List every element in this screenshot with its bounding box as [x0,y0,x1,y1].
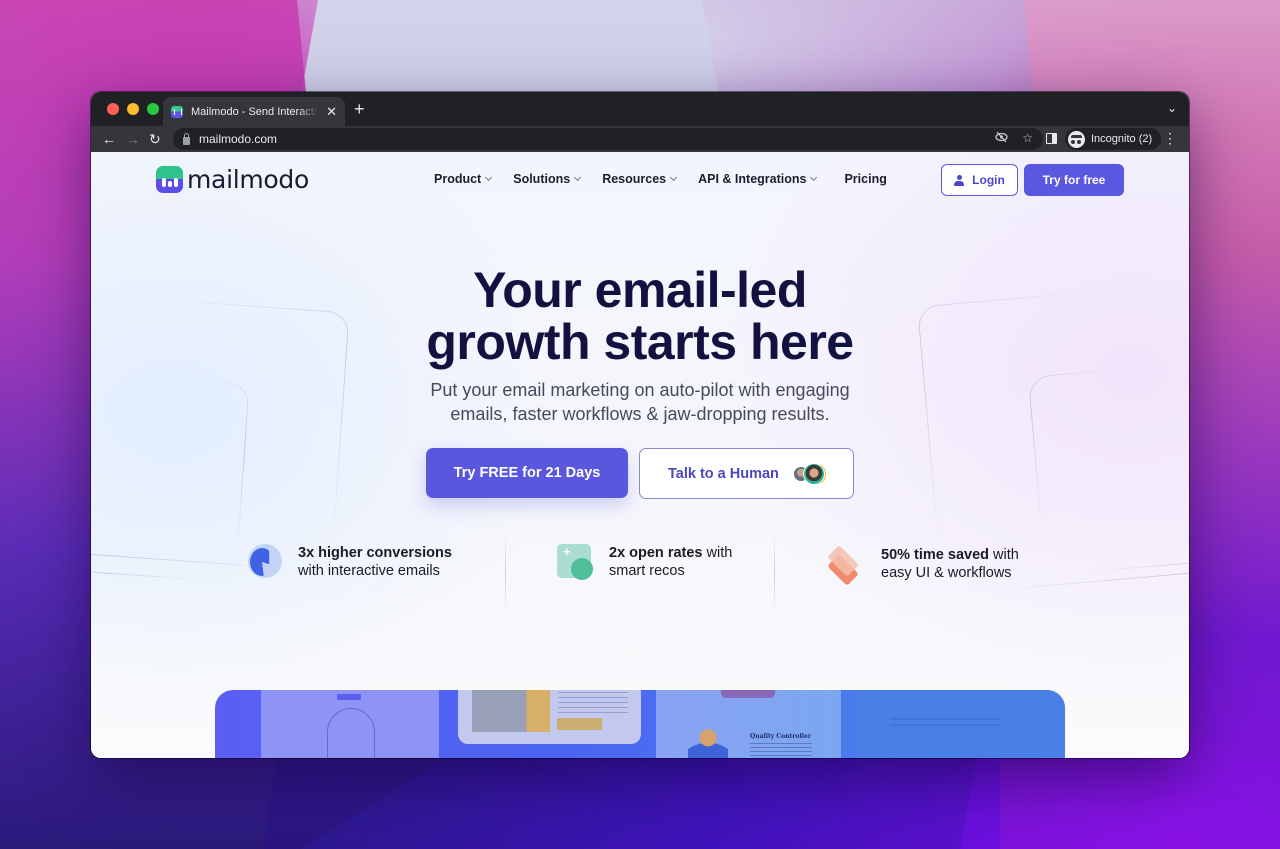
apply-button-preview [557,718,602,730]
nav-item-product[interactable]: Product [434,172,493,186]
browser-toolbar: ← → ↻ mailmodo.com ☆ Incognito (2) ⋮ [91,126,1189,152]
photo [688,724,728,758]
showcase-card[interactable] [856,690,1065,758]
nav-item-solutions[interactable]: Solutions [513,172,582,186]
minimize-window-button[interactable] [127,103,139,115]
pie-chart-icon [246,544,282,580]
hero-title: Your email-led growth starts here [91,264,1189,368]
site-header: mailmodo Product Solutions Resources API… [91,152,1189,212]
stat-text: 50% time saved with easy UI & workflows [881,546,1019,582]
chevron-down-icon [810,173,818,182]
incognito-icon [1068,130,1085,148]
showcase-card[interactable] [458,690,641,744]
talk-to-human-button[interactable]: Talk to a Human [639,448,854,499]
new-tab-icon[interactable]: + [354,99,365,119]
team-avatars [792,462,827,485]
stat-time-saved: 50% time saved with easy UI & workflows [821,544,1019,586]
incognito-profile-button[interactable]: Incognito (2) [1065,128,1162,150]
nav-label: API & Integrations [698,172,807,186]
chevron-down-icon [574,173,582,182]
hero-subtitle: Put your email marketing on auto-pilot w… [91,378,1189,426]
logo[interactable]: mailmodo [156,165,309,194]
stat-open-rates: 2x open rates with smart recos [557,544,732,580]
photo [472,690,550,732]
stats-row: 3x higher conversions with interactive e… [91,534,1189,614]
close-window-button[interactable] [107,103,119,115]
nav-label: Resources [602,172,667,186]
card-title: Quality Controller [750,733,811,740]
try-for-free-button[interactable]: Try for free [1024,164,1124,196]
url-text[interactable]: mailmodo.com [199,132,277,146]
browser-window: Mailmodo - Send Interactive Emails ✕ + ⌄… [91,92,1189,758]
login-label: Login [972,173,1005,187]
window-controls [107,103,159,115]
showcase-card[interactable]: Quality Controller [656,690,841,758]
side-panel-icon[interactable] [1046,133,1057,144]
avatar [802,462,825,485]
browser-tab[interactable]: Mailmodo - Send Interactive Emails ✕ [163,97,345,126]
hero-title-line: Your email-led [473,262,807,318]
stat-line2: smart recos [609,563,685,579]
chevron-down-icon [485,173,493,182]
mailmodo-logo-icon [156,166,183,193]
eye-off-icon[interactable] [995,131,1008,146]
talk-to-human-label: Talk to a Human [668,465,779,482]
stat-highlight: 2x open rates [609,545,703,561]
nav-label: Product [434,172,482,186]
tab-title: Mailmodo - Send Interactive Emails [191,105,318,118]
nav-item-resources[interactable]: Resources [602,172,678,186]
divider [505,534,506,612]
tab-search-icon[interactable]: ⌄ [1167,101,1177,115]
address-bar[interactable]: mailmodo.com ☆ [173,128,1043,150]
hero-subtitle-line: Put your email marketing on auto-pilot w… [430,380,850,400]
nav-label: Solutions [513,172,571,186]
layers-icon [821,544,865,586]
nav-item-pricing[interactable]: Pricing [844,172,886,186]
back-icon[interactable]: ← [102,130,116,148]
try-free-21-days-button[interactable]: Try FREE for 21 Days [426,448,628,498]
brand-name: mailmodo [187,165,309,194]
chevron-down-icon [670,173,678,182]
stat-text: 2x open rates with smart recos [609,544,732,580]
tab-bar: Mailmodo - Send Interactive Emails ✕ + ⌄ [91,92,1189,126]
hero-title-line: growth starts here [426,314,854,370]
mailmodo-favicon-icon [171,105,183,118]
login-button[interactable]: Login [941,164,1018,196]
stat-rest: with [702,545,733,561]
stat-line2: easy UI & workflows [881,565,1012,581]
illustration [327,708,375,758]
forward-icon[interactable]: → [126,130,140,148]
profile-label: Incognito (2) [1091,133,1153,145]
web-page: mailmodo Product Solutions Resources API… [91,152,1189,758]
showcase-card[interactable] [261,690,439,758]
maximize-window-button[interactable] [147,103,159,115]
user-icon [954,174,965,186]
reload-icon[interactable]: ↻ [149,130,161,148]
recos-icon [557,544,593,580]
stat-highlight: 50% time saved [881,547,990,563]
more-menu-icon[interactable]: ⋮ [1163,131,1177,145]
stat-conversions: 3x higher conversions with interactive e… [246,544,452,580]
stat-text: 3x higher conversions with interactive e… [298,544,452,580]
stat-highlight: 3x higher conversions [298,545,452,561]
stat-rest: with [989,547,1019,563]
close-tab-icon[interactable]: ✕ [326,105,337,118]
nav-label: Pricing [844,172,887,186]
stat-line2: with interactive emails [298,563,440,579]
email-showcase-carousel: Quality Controller [215,690,1065,758]
main-nav: Product Solutions Resources API & Integr… [434,172,887,186]
nav-item-api-integrations[interactable]: API & Integrations [698,172,818,186]
lock-icon[interactable] [183,132,190,145]
divider [774,534,775,612]
bookmark-star-icon[interactable]: ☆ [1022,131,1033,146]
hero-subtitle-line: emails, faster workflows & jaw-dropping … [450,404,830,424]
